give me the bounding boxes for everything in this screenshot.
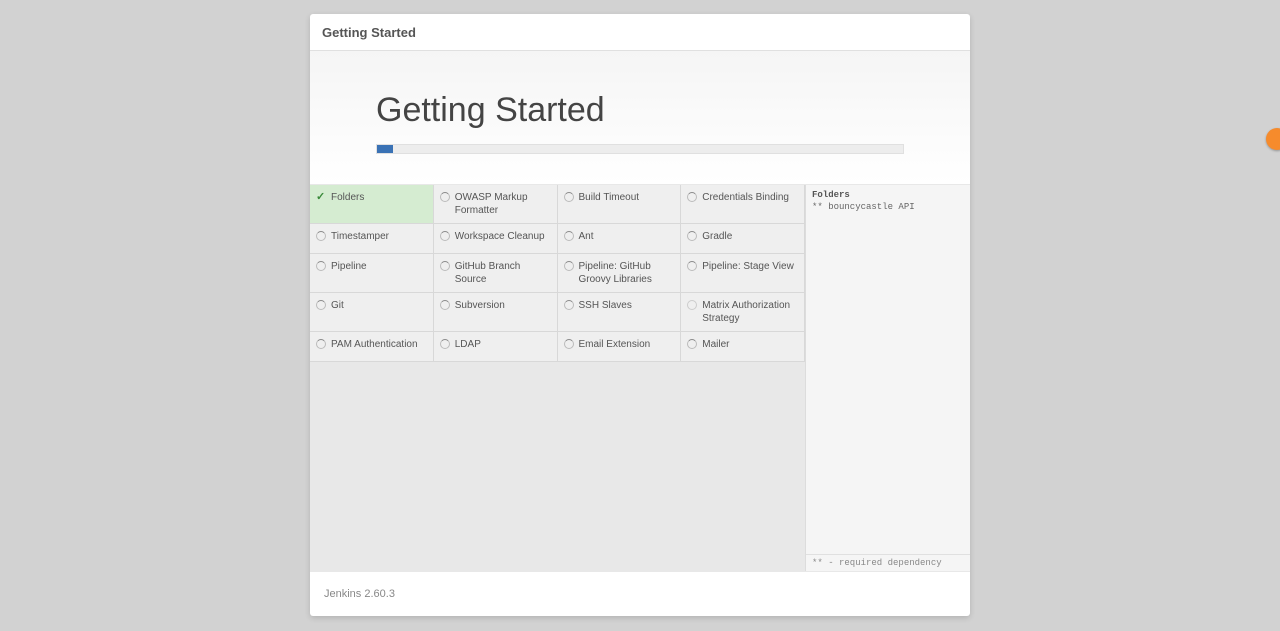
plugin-label: Ant bbox=[579, 230, 594, 243]
spinner-icon bbox=[564, 261, 574, 271]
plugin-row: Folders OWASP Markup Formatter Build Timeo… bbox=[310, 185, 805, 224]
plugin-cell: Credentials Binding bbox=[681, 185, 805, 224]
plugin-cell: Folders bbox=[310, 185, 434, 224]
plugin-label: SSH Slaves bbox=[579, 299, 632, 312]
plugin-cell: Gradle bbox=[681, 224, 805, 254]
overlay-badge-icon[interactable] bbox=[1266, 128, 1280, 150]
plugin-cell: Build Timeout bbox=[558, 185, 682, 224]
plugin-label: Matrix Authorization Strategy bbox=[702, 299, 798, 325]
plugin-cell: PAM Authentication bbox=[310, 332, 434, 362]
spinner-icon bbox=[440, 300, 450, 310]
spinner-icon bbox=[440, 261, 450, 271]
plugin-label: Timestamper bbox=[331, 230, 389, 243]
plugin-row: Pipeline GitHub Branch Source Pipeline: Gi… bbox=[310, 254, 805, 293]
check-icon bbox=[316, 192, 326, 202]
plugin-cell: Subversion bbox=[434, 293, 558, 332]
dialog-footer: Jenkins 2.60.3 bbox=[310, 572, 970, 616]
spinner-icon bbox=[440, 339, 450, 349]
plugin-label: Credentials Binding bbox=[702, 191, 789, 204]
plugin-label: Mailer bbox=[702, 338, 729, 351]
content-area: Folders OWASP Markup Formatter Build Timeo… bbox=[310, 185, 970, 572]
spinner-icon bbox=[564, 231, 574, 241]
plugin-label: Pipeline bbox=[331, 260, 367, 273]
plugin-cell: Pipeline bbox=[310, 254, 434, 293]
plugin-label: Folders bbox=[331, 191, 364, 204]
plugin-row: Git Subversion SSH Slaves Matrix Authorizat… bbox=[310, 293, 805, 332]
plugin-cell: Ant bbox=[558, 224, 682, 254]
spinner-icon bbox=[564, 192, 574, 202]
dialog-title: Getting Started bbox=[322, 25, 416, 40]
plugin-label: Workspace Cleanup bbox=[455, 230, 545, 243]
progress-fill bbox=[377, 145, 393, 153]
plugin-grid: Folders OWASP Markup Formatter Build Timeo… bbox=[310, 185, 805, 571]
plugin-cell: GitHub Branch Source bbox=[434, 254, 558, 293]
plugin-label: Build Timeout bbox=[579, 191, 640, 204]
spinner-icon bbox=[316, 300, 326, 310]
spinner-icon bbox=[440, 192, 450, 202]
spinner-icon bbox=[440, 231, 450, 241]
plugin-label: Gradle bbox=[702, 230, 732, 243]
spinner-icon bbox=[316, 231, 326, 241]
plugin-cell: Workspace Cleanup bbox=[434, 224, 558, 254]
plugin-cell: Matrix Authorization Strategy bbox=[681, 293, 805, 332]
plugin-row: Timestamper Workspace Cleanup Ant Gradle bbox=[310, 224, 805, 254]
version-label: Jenkins 2.60.3 bbox=[324, 588, 395, 600]
plugin-cell: OWASP Markup Formatter bbox=[434, 185, 558, 224]
hero-heading: Getting Started bbox=[376, 91, 904, 130]
plugin-cell: LDAP bbox=[434, 332, 558, 362]
pending-icon bbox=[687, 300, 697, 310]
spinner-icon bbox=[687, 192, 697, 202]
spinner-icon bbox=[316, 339, 326, 349]
plugin-cell: Pipeline: Stage View bbox=[681, 254, 805, 293]
spinner-icon bbox=[316, 261, 326, 271]
plugin-blank-area bbox=[310, 362, 805, 571]
install-log-body: Folders ** bouncycastle API bbox=[806, 185, 970, 554]
plugin-cell: Mailer bbox=[681, 332, 805, 362]
spinner-icon bbox=[687, 339, 697, 349]
install-log-footer: ** - required dependency bbox=[806, 554, 970, 571]
plugin-cell: Email Extension bbox=[558, 332, 682, 362]
log-current-plugin: Folders bbox=[812, 190, 850, 200]
spinner-icon bbox=[687, 231, 697, 241]
plugin-cell: Git bbox=[310, 293, 434, 332]
plugin-cell: Pipeline: GitHub Groovy Libraries bbox=[558, 254, 682, 293]
plugin-row: PAM Authentication LDAP Email Extension Mai… bbox=[310, 332, 805, 362]
plugin-label: LDAP bbox=[455, 338, 481, 351]
plugin-label: Subversion bbox=[455, 299, 505, 312]
hero-section: Getting Started bbox=[310, 51, 970, 185]
install-log-panel: Folders ** bouncycastle API ** - require… bbox=[805, 185, 970, 571]
plugin-label: PAM Authentication bbox=[331, 338, 418, 351]
plugin-label: GitHub Branch Source bbox=[455, 260, 551, 286]
plugin-label: OWASP Markup Formatter bbox=[455, 191, 551, 217]
plugin-label: Pipeline: GitHub Groovy Libraries bbox=[579, 260, 675, 286]
plugin-label: Email Extension bbox=[579, 338, 651, 351]
dialog-header: Getting Started bbox=[310, 14, 970, 51]
plugin-cell: SSH Slaves bbox=[558, 293, 682, 332]
log-line: ** bouncycastle API bbox=[812, 202, 915, 212]
progress-bar bbox=[376, 144, 904, 154]
setup-dialog: Getting Started Getting Started Folders O… bbox=[310, 14, 970, 616]
plugin-label: Pipeline: Stage View bbox=[702, 260, 794, 273]
spinner-icon bbox=[687, 261, 697, 271]
spinner-icon bbox=[564, 300, 574, 310]
spinner-icon bbox=[564, 339, 574, 349]
plugin-label: Git bbox=[331, 299, 344, 312]
plugin-cell: Timestamper bbox=[310, 224, 434, 254]
